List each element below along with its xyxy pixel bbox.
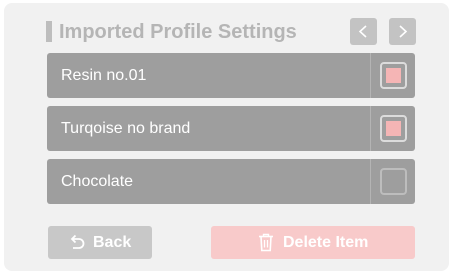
profile-checkbox[interactable] xyxy=(380,115,407,142)
item-divider xyxy=(370,159,371,204)
back-button[interactable]: Back xyxy=(48,226,152,259)
item-divider xyxy=(370,106,371,151)
item-divider xyxy=(370,53,371,98)
profile-item[interactable]: Chocolate xyxy=(47,159,415,204)
trash-icon xyxy=(259,233,273,252)
undo-arrow-icon xyxy=(70,234,85,249)
delete-item-label: Delete Item xyxy=(283,234,369,251)
profile-item-label: Chocolate xyxy=(61,173,134,190)
delete-item-button[interactable]: Delete Item xyxy=(211,226,415,259)
profile-checkbox[interactable] xyxy=(380,62,407,89)
profile-item[interactable]: Resin no.01 xyxy=(47,53,415,98)
checkbox-checked-mark xyxy=(386,68,401,83)
chevron-left-icon xyxy=(358,25,367,38)
previous-page-button[interactable] xyxy=(350,18,377,45)
profile-checkbox[interactable] xyxy=(380,168,407,195)
chevron-right-icon xyxy=(399,25,408,38)
title-accent-bar xyxy=(46,21,52,42)
checkbox-checked-mark xyxy=(386,121,401,136)
back-button-label: Back xyxy=(93,234,132,251)
page-title: Imported Profile Settings xyxy=(59,21,297,43)
profile-item-label: Turqoise no brand xyxy=(61,120,191,137)
profile-item[interactable]: Turqoise no brand xyxy=(47,106,415,151)
next-page-button[interactable] xyxy=(389,18,416,45)
profile-item-label: Resin no.01 xyxy=(61,67,147,84)
